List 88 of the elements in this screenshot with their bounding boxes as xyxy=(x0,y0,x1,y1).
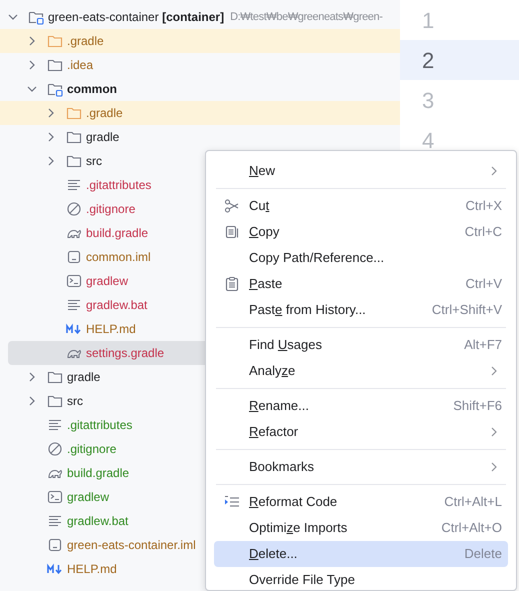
folder-icon xyxy=(47,33,63,49)
shortcut-text: Ctrl+Shift+V xyxy=(432,301,502,320)
terminal-icon xyxy=(47,489,63,505)
file-name: .gradle xyxy=(86,105,123,121)
file-name: green-eats-container [container] xyxy=(48,9,224,25)
file-name: .gitattributes xyxy=(86,177,152,193)
tree-item[interactable]: common xyxy=(0,77,400,101)
folder-icon xyxy=(47,369,63,385)
text-file-icon xyxy=(66,177,82,193)
text-file-icon xyxy=(47,513,63,529)
menu-item[interactable]: Reformat Code Ctrl+Alt+L xyxy=(214,489,508,515)
file-name: gradlew xyxy=(67,489,110,505)
folder-icon xyxy=(47,393,63,409)
file-name: gradlew xyxy=(86,273,128,289)
menu-item[interactable]: Delete... Delete xyxy=(214,541,508,567)
project-path: D:₩test₩be₩greeneats₩green- xyxy=(230,10,383,25)
line-number: 1 xyxy=(422,6,434,34)
shortcut-text: Delete xyxy=(464,545,502,564)
shortcut-text: Shift+F6 xyxy=(453,397,502,416)
file-name: common xyxy=(67,81,118,97)
file-name: .gitattributes xyxy=(67,417,132,433)
module-folder-icon xyxy=(28,9,44,25)
copy-icon xyxy=(224,224,240,240)
tree-item[interactable]: green-eats-container [container] D:₩test₩be₩greeneats₩green- xyxy=(0,5,400,29)
folder-icon xyxy=(66,153,82,169)
module-file-icon xyxy=(47,537,63,553)
menu-item[interactable]: Paste Ctrl+V xyxy=(214,271,508,297)
expand-chevron-icon xyxy=(27,396,37,406)
line-number: 3 xyxy=(422,86,434,114)
expand-chevron-icon xyxy=(46,156,56,166)
markdown-icon xyxy=(47,561,63,577)
menu-item[interactable]: Copy Path/Reference... xyxy=(214,245,508,271)
file-name: gradlew.bat xyxy=(67,513,128,529)
file-name: gradle xyxy=(67,369,100,385)
tree-item[interactable]: .gradle xyxy=(0,101,400,125)
terminal-icon xyxy=(66,273,82,289)
folder-icon xyxy=(66,129,82,145)
menu-item[interactable]: Paste from History... Ctrl+Shift+V xyxy=(214,297,508,323)
file-name: .gradle xyxy=(67,33,104,49)
ignore-file-icon xyxy=(47,441,63,457)
file-name: build.gradle xyxy=(86,225,148,241)
module-file-icon xyxy=(66,249,82,265)
file-name: .idea xyxy=(67,57,94,73)
menu-item[interactable]: New xyxy=(214,158,508,184)
text-file-icon xyxy=(66,297,82,313)
menu-item[interactable]: Cut Ctrl+X xyxy=(214,193,508,219)
expand-chevron-icon xyxy=(46,132,56,142)
expand-chevron-icon xyxy=(46,108,56,118)
markdown-icon xyxy=(66,321,82,337)
expand-chevron-icon xyxy=(27,372,37,382)
file-name: src xyxy=(86,153,102,169)
menu-item[interactable]: Optimize Imports Ctrl+Alt+O xyxy=(214,515,508,541)
scissors-icon xyxy=(224,198,240,214)
collapse-chevron-icon xyxy=(8,12,18,22)
tree-item[interactable]: .idea xyxy=(0,53,400,77)
line-number: 2 xyxy=(422,46,434,74)
file-name: common.iml xyxy=(86,249,151,265)
file-name: settings.gradle xyxy=(86,345,164,361)
line-number: 4 xyxy=(422,126,434,154)
menu-item[interactable]: Rename... Shift+F6 xyxy=(214,393,508,419)
clipboard-icon xyxy=(224,276,240,292)
shortcut-text: Ctrl+Alt+L xyxy=(444,493,502,512)
shortcut-text: Alt+F7 xyxy=(464,336,502,354)
file-name: .gitignore xyxy=(67,441,116,457)
menu-item[interactable]: Copy Ctrl+C xyxy=(214,219,508,245)
file-name: .gitignore xyxy=(86,201,136,217)
tree-item[interactable]: .gradle xyxy=(0,29,400,53)
file-name: HELP.md xyxy=(67,561,117,577)
expand-chevron-icon xyxy=(27,36,37,46)
file-name: HELP.md xyxy=(86,321,136,337)
tree-item[interactable]: gradle xyxy=(0,125,400,149)
shortcut-text: Ctrl+X xyxy=(466,197,502,216)
collapse-chevron-icon xyxy=(27,84,37,94)
file-name: build.gradle xyxy=(67,465,130,481)
file-name: gradlew.bat xyxy=(86,297,148,313)
folder-icon xyxy=(66,105,82,121)
shortcut-text: Ctrl+C xyxy=(464,223,502,242)
shortcut-text: Ctrl+Alt+O xyxy=(441,519,502,538)
menu-item[interactable]: Override File Type xyxy=(214,567,508,590)
expand-chevron-icon xyxy=(27,60,37,70)
text-file-icon xyxy=(47,417,63,433)
file-name: green-eats-container.iml xyxy=(67,537,196,553)
shortcut-text: Ctrl+V xyxy=(466,275,502,294)
file-name: src xyxy=(67,393,83,409)
module-folder-icon xyxy=(47,81,63,97)
ignore-file-icon xyxy=(66,201,82,217)
folder-icon xyxy=(47,57,63,73)
file-name: gradle xyxy=(86,129,120,145)
